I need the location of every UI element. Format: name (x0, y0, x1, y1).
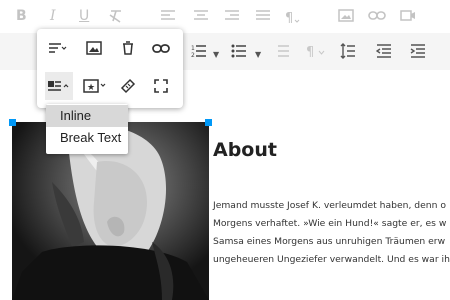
svg-text:2: 2 (191, 52, 195, 58)
paragraph-line: Jemand musste Josef K. verleumdet haben,… (213, 200, 446, 211)
svg-text:¶: ¶ (306, 45, 314, 59)
chevron-down-icon[interactable]: ▼ (255, 48, 261, 62)
svg-text:★: ★ (87, 83, 95, 93)
image-display-icon (48, 81, 69, 91)
image-display-button[interactable] (45, 72, 73, 100)
paragraph-line: Samsa eines Morgens aus unruhigen Träume… (213, 236, 446, 247)
insert-link-icon[interactable] (368, 10, 386, 21)
ordered-list-icon[interactable]: 1 2 (191, 44, 207, 58)
image-link-button[interactable] (147, 34, 175, 62)
svg-text:1: 1 (191, 45, 195, 52)
align-right-icon[interactable] (224, 10, 240, 22)
image-style-button[interactable]: ★ (82, 72, 110, 100)
chevron-down-icon[interactable]: ▼ (213, 48, 219, 62)
delete-image-button[interactable] (114, 34, 142, 62)
svg-text:¶: ¶ (285, 11, 293, 24)
outdent-icon[interactable] (376, 44, 392, 58)
bold-icon[interactable]: B (16, 9, 27, 23)
image-align-icon (49, 43, 67, 53)
insert-image-icon[interactable] (338, 9, 354, 22)
dropdown-option-break-text[interactable]: Break Text (46, 127, 128, 149)
paragraph-icon[interactable]: ¶ (306, 43, 328, 59)
image-style-icon: ★ (83, 79, 106, 93)
paragraph-format-icon[interactable]: ¶ (285, 10, 303, 24)
image-size-button[interactable] (147, 72, 175, 100)
tag-icon (120, 78, 136, 94)
align-center-icon[interactable] (193, 10, 209, 22)
align-left-icon[interactable] (160, 10, 176, 22)
dropdown-option-inline[interactable]: Inline (46, 105, 128, 127)
link-icon (152, 43, 170, 53)
image-edit-popup: ★ (37, 29, 183, 108)
underline-icon[interactable]: U (79, 9, 89, 23)
image-display-dropdown: Inline Break Text (46, 104, 128, 154)
clear-format-icon[interactable] (108, 8, 124, 24)
unordered-list-icon[interactable] (231, 44, 247, 58)
line-height-icon[interactable] (340, 43, 356, 59)
resize-handle-top-right[interactable] (205, 119, 212, 126)
align-justify-icon[interactable] (255, 10, 271, 22)
image-alt-button[interactable] (114, 72, 142, 100)
insert-video-icon[interactable] (400, 9, 416, 22)
trash-icon (123, 41, 133, 55)
fullscreen-icon (154, 79, 168, 93)
resize-handle-top-left[interactable] (9, 119, 16, 126)
image-align-button[interactable] (44, 34, 72, 62)
replace-image-icon (86, 41, 102, 55)
indent-list-icon[interactable] (274, 44, 290, 58)
italic-icon[interactable]: I (50, 9, 56, 23)
paragraph-line: Morgens verhaftet. »Wie ein Hund!« sagte… (213, 218, 447, 229)
replace-image-button[interactable] (80, 34, 108, 62)
page-heading: About (213, 139, 277, 161)
paragraph-line: ungeheueren Ungeziefer verwandelt. Und e… (213, 254, 450, 265)
indent-icon[interactable] (410, 44, 426, 58)
